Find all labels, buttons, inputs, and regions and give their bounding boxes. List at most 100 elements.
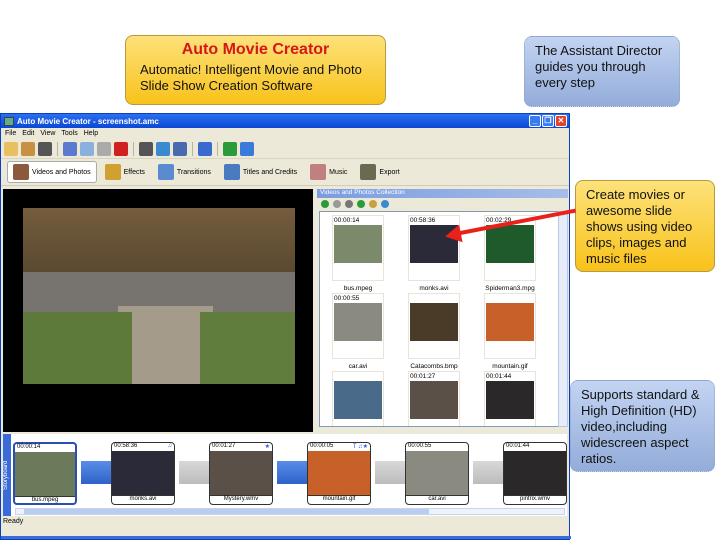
clip-duration: 00:00:05 T ♫★ (310, 443, 368, 450)
collection-item[interactable]: Catacombs.bmp (408, 293, 460, 370)
collection-header: Videos and Photos Collection (317, 189, 568, 198)
clip-thumbnail (15, 452, 75, 496)
storyboard-clip[interactable]: 00:01:27 ★ Mystery.wmv (209, 442, 273, 505)
close-button[interactable]: ✕ (555, 115, 567, 127)
clip-duration: 00:01:44 (506, 443, 530, 449)
clip-duration: 00:00:14 (17, 444, 41, 450)
new-icon[interactable] (4, 141, 18, 156)
item-thumbnail (334, 225, 382, 263)
transition-slot[interactable] (473, 461, 503, 484)
clip-duration: 00:58:36 ♫ (114, 443, 172, 449)
open-icon[interactable] (21, 141, 35, 156)
upload-icon[interactable] (381, 199, 389, 208)
collection-item[interactable]: 00:01:44pintrix.wmv (484, 371, 536, 426)
view-icon[interactable] (333, 199, 341, 208)
menu-tools[interactable]: Tools (61, 130, 77, 137)
play-green-icon[interactable] (357, 199, 365, 208)
transition-slot[interactable] (179, 461, 209, 484)
item-filename: Spiderman3.mpg (485, 285, 535, 292)
title-t-icon (223, 164, 240, 180)
collection-item[interactable]: 00:00:55 car.avi (332, 293, 384, 370)
menu-view[interactable]: View (40, 130, 55, 137)
tab-export[interactable]: Export (355, 161, 404, 183)
item-duration (334, 373, 382, 380)
menu-file[interactable]: File (5, 130, 16, 137)
capture-icon[interactable] (369, 199, 377, 208)
tab-effects[interactable]: Effects (100, 161, 150, 183)
clip-filename: car.avi (406, 495, 468, 504)
minimize-button[interactable]: _ (529, 115, 541, 127)
create-callout: Create movies or awesome slide shows usi… (575, 180, 715, 272)
callout-subtitle: Automatic! Intelligent Movie and Photo S… (140, 62, 362, 93)
import-icon[interactable] (345, 199, 353, 208)
clip-filename: pintrix.wmv (504, 495, 566, 504)
export-green-icon[interactable] (223, 141, 237, 156)
item-duration (410, 295, 458, 302)
clip-filename: bus.mpeg (15, 496, 75, 505)
tab-transitions[interactable]: Transitions (153, 161, 216, 183)
tab-titles-and-credits[interactable]: Titles and Credits (219, 161, 302, 183)
item-thumbnail (334, 303, 382, 341)
delete-icon[interactable] (114, 141, 128, 156)
tab-label: Titles and Credits (242, 168, 298, 176)
tab-label: Effects (123, 168, 145, 176)
tab-bar: Videos and Photos Effects Transitions Title… (1, 159, 569, 186)
item-duration: 00:58:36 (410, 217, 436, 224)
storyboard-label: Storyboard (3, 434, 11, 516)
transition-slot[interactable] (277, 461, 307, 484)
thumbnail-frame: 00:01:27 (408, 371, 460, 426)
clip-duration: 00:00:55 (408, 443, 432, 449)
toolbar (1, 139, 569, 159)
video-preview[interactable] (23, 194, 295, 398)
toolbar-separator (57, 141, 58, 156)
transition-slot[interactable] (375, 461, 405, 484)
save-icon[interactable] (38, 141, 52, 156)
storyboard-clip[interactable]: 00:58:36 ♫ monks.avi (111, 442, 175, 505)
menu-edit[interactable]: Edit (22, 130, 34, 137)
paste-icon[interactable] (97, 141, 111, 156)
cut-icon[interactable] (63, 141, 77, 156)
help-icon[interactable] (240, 141, 254, 156)
callout-arrowhead (443, 224, 463, 246)
search-icon[interactable] (173, 141, 187, 156)
item-thumbnail (410, 381, 458, 419)
toolbar-separator (217, 141, 218, 156)
restore-button[interactable]: ❐ (542, 115, 554, 127)
capture-icon[interactable] (139, 141, 153, 156)
checklist-icon[interactable] (198, 141, 212, 156)
item-thumbnail (486, 381, 534, 419)
add-icon[interactable] (321, 199, 329, 208)
clip-thumbnail (112, 451, 174, 495)
collection-item[interactable]: mountain.gif (484, 293, 536, 370)
menu-help[interactable]: Help (84, 130, 98, 137)
collection-scrollbar[interactable] (558, 211, 568, 427)
thumbnail-frame: 00:00:14 (332, 215, 384, 281)
music-icon (310, 164, 327, 180)
storyboard-clip[interactable]: 00:00:14 bus.mpeg (13, 442, 77, 505)
collection-item[interactable]: 00:00:14 bus.mpeg (332, 215, 384, 292)
storyboard-clip[interactable]: 00:01:44 pintrix.wmv (503, 442, 567, 505)
thumbnail-frame: 00:00:55 (332, 293, 384, 359)
collection-item[interactable]: 00:01:27Mystery.wmv (408, 371, 460, 426)
copy-icon[interactable] (80, 141, 94, 156)
toolbar-separator (133, 141, 134, 156)
clip-thumbnail (210, 451, 272, 495)
thumbnail-frame (408, 293, 460, 359)
video-player: 00:00:00.000 / 01:02:58.745 (3, 189, 315, 504)
menu-bar: File Edit View Tools Help (1, 128, 569, 139)
chat-icon[interactable] (156, 141, 170, 156)
storyboard-scrollbar[interactable] (15, 508, 565, 515)
storyboard-clip[interactable]: 00:00:05 T ♫★ mountain.gif (307, 442, 371, 505)
item-filename: car.avi (348, 363, 368, 370)
item-thumbnail (486, 225, 534, 263)
collection-item[interactable]: mcgrid5h.bas (332, 371, 384, 426)
storyboard-clip[interactable]: 00:00:55 car.avi (405, 442, 469, 505)
tab-music[interactable]: Music (305, 161, 352, 183)
tab-videos-and-photos[interactable]: Videos and Photos (7, 161, 97, 183)
storyboard: Storyboard 00:00:14 bus.mpeg 00:58:36 ♫ monk… (3, 434, 567, 516)
app-icon (4, 116, 14, 126)
item-duration: 00:01:27 (410, 373, 436, 380)
transition-slot[interactable] (81, 461, 111, 484)
tab-label: Music (329, 168, 348, 176)
clip-filename: Mystery.wmv (210, 495, 272, 504)
